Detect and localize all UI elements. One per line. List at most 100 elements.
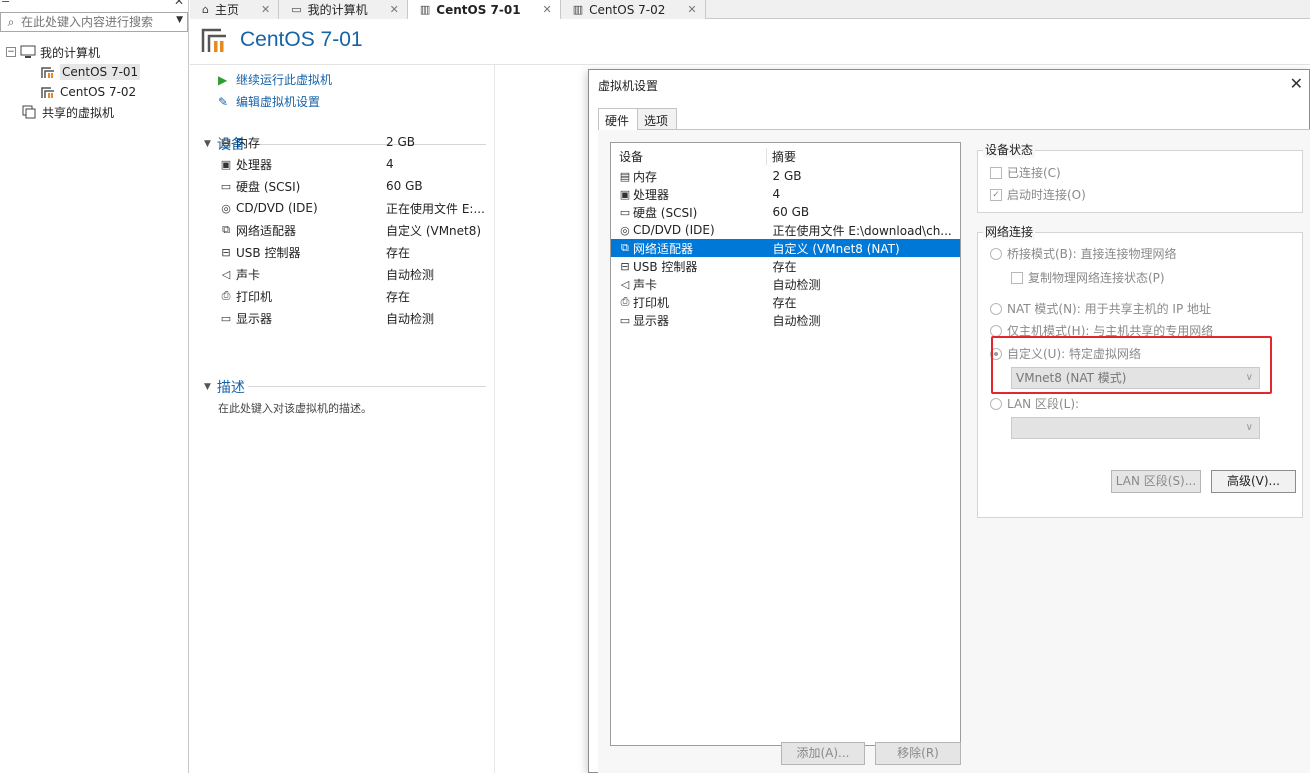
monitor-icon: [20, 45, 36, 58]
description-placeholder[interactable]: 在此处键入对该虚拟机的描述。: [218, 400, 372, 416]
device-name: 显示器: [236, 311, 273, 326]
device-row-printer[interactable]: ⎙ 打印机 存在: [218, 285, 488, 307]
radio[interactable]: [990, 247, 1002, 260]
tree-item-my-computer[interactable]: − 我的计算机: [0, 42, 188, 62]
device-name: 声卡: [236, 267, 261, 282]
search-dropdown-icon[interactable]: ▼: [176, 15, 183, 25]
hardware-row-network[interactable]: ⧉ 网络适配器 自定义 (VMnet8 (NAT): [611, 239, 960, 257]
connected-checkbox[interactable]: 已连接(C): [990, 164, 1061, 181]
nat-radio[interactable]: NAT 模式(N): 用于共享主机的 IP 地址: [990, 300, 1211, 317]
radio[interactable]: [990, 324, 1002, 337]
device-name: 硬盘 (SCSI): [236, 179, 301, 194]
option-label: NAT 模式(N): 用于共享主机的 IP 地址: [1007, 302, 1212, 316]
tab-label: CentOS 7-01: [436, 2, 521, 17]
hardware-row-processor[interactable]: ▣ 处理器 4: [611, 185, 960, 203]
sound-icon: ◁: [620, 277, 630, 291]
tree-item-centos-7-01[interactable]: CentOS 7-01: [0, 62, 188, 82]
vm-icon: ▥: [572, 3, 584, 16]
column-header-device[interactable]: 设备: [611, 148, 767, 165]
lan-segments-button[interactable]: LAN 区段(S)...: [1111, 470, 1201, 493]
vm-icon: [41, 87, 54, 98]
hardware-row-display[interactable]: ▭ 显示器 自动检测: [611, 311, 960, 329]
hardware-name: 网络适配器: [632, 241, 693, 256]
library-search[interactable]: ⌕ ▼: [0, 12, 188, 32]
close-icon[interactable]: ✕: [665, 3, 696, 16]
close-icon[interactable]: ✕: [239, 3, 270, 16]
device-value: 自动检测: [386, 267, 435, 282]
dialog-tabs: 硬件 选项: [598, 108, 678, 130]
library-close-icon[interactable]: ✕: [174, 0, 184, 8]
close-icon[interactable]: ✕: [1290, 74, 1303, 93]
search-input[interactable]: [21, 15, 161, 29]
tab-my-computer[interactable]: ▭ 我的计算机 ✕: [279, 0, 408, 19]
hardware-name: 硬盘 (SCSI): [632, 205, 698, 220]
tab-centos-7-01[interactable]: ▥ CentOS 7-01 ✕: [407, 0, 561, 19]
tab-options[interactable]: 选项: [637, 108, 678, 129]
hardware-summary: 正在使用文件 E:\download\ch...: [772, 223, 952, 238]
close-icon[interactable]: ✕: [521, 3, 552, 16]
device-row-usb[interactable]: ⊟ USB 控制器 存在: [218, 241, 488, 263]
radio[interactable]: [990, 302, 1002, 315]
hardware-row-sound[interactable]: ◁ 声卡 自动检测: [611, 275, 960, 293]
radio[interactable]: [990, 397, 1002, 410]
device-row-processor[interactable]: ▣ 处理器 4: [218, 153, 488, 175]
vm-header: CentOS 7-01: [200, 26, 363, 54]
device-value: 正在使用文件 E:...: [386, 201, 485, 216]
replicate-state-checkbox[interactable]: 复制物理网络连接状态(P): [1011, 269, 1165, 286]
network-icon: ⧉: [222, 223, 230, 236]
hardware-row-usb[interactable]: ⊟ USB 控制器 存在: [611, 257, 960, 275]
tree-item-centos-7-02[interactable]: CentOS 7-02: [0, 82, 188, 102]
dialog-title: 虚拟机设置: [598, 79, 659, 93]
tree-item-shared-vms[interactable]: 共享的虚拟机: [0, 102, 188, 122]
action-label: 编辑虚拟机设置: [236, 95, 321, 109]
hardware-summary: 自动检测: [772, 277, 821, 292]
device-value: 60 GB: [386, 179, 423, 193]
device-row-disk[interactable]: ▭ 硬盘 (SCSI) 60 GB: [218, 175, 488, 197]
section-divider: [248, 386, 486, 387]
device-row-display[interactable]: ▭ 显示器 自动检测: [218, 307, 488, 329]
hardware-name: 处理器: [632, 187, 669, 202]
tab-bar: ⌂ 主页 ✕ ▭ 我的计算机 ✕ ▥ CentOS 7-01 ✕ ▥ CentO…: [190, 0, 1310, 19]
remove-hardware-button[interactable]: 移除(R): [875, 742, 961, 765]
checkmark-icon[interactable]: ✓: [990, 188, 1002, 201]
bridged-radio[interactable]: 桥接模式(B): 直接连接物理网络: [990, 245, 1176, 262]
device-value: 存在: [386, 245, 411, 260]
edit-settings-link[interactable]: ✎ 编辑虚拟机设置: [218, 93, 320, 110]
collapse-icon[interactable]: −: [6, 47, 16, 57]
group-title: 网络连接: [983, 223, 1036, 240]
hardware-row-printer[interactable]: ⎙ 打印机 存在: [611, 293, 960, 311]
connect-at-power-on-checkbox[interactable]: ✓ 启动时连接(O): [990, 186, 1086, 203]
hardware-list-header: 设备 摘要: [611, 143, 960, 167]
library-pin-icon[interactable]: ≛: [1, 0, 10, 7]
advanced-button[interactable]: 高级(V)...: [1211, 470, 1296, 493]
tab-hardware[interactable]: 硬件: [598, 108, 639, 130]
hardware-summary: 存在: [772, 295, 797, 310]
lan-segment-radio[interactable]: LAN 区段(L):: [990, 395, 1079, 412]
checkbox[interactable]: [1011, 271, 1023, 284]
printer-icon: ⎙: [620, 295, 630, 308]
usb-icon: ⊟: [620, 259, 630, 273]
description-section-toggle[interactable]: ▼ 描述: [204, 377, 245, 397]
hardware-row-memory[interactable]: ▤ 内存 2 GB: [611, 167, 960, 185]
tab-centos-7-02[interactable]: ▥ CentOS 7-02 ✕: [560, 0, 706, 19]
column-header-summary[interactable]: 摘要: [767, 148, 796, 165]
close-icon[interactable]: ✕: [368, 3, 399, 16]
option-label: 桥接模式(B): 直接连接物理网络: [1007, 247, 1177, 261]
tab-home[interactable]: ⌂ 主页 ✕: [190, 0, 280, 19]
device-row-cddvd[interactable]: ◎ CD/DVD (IDE) 正在使用文件 E:...: [218, 197, 488, 219]
device-value: 4: [386, 157, 394, 171]
device-row-network[interactable]: ⧉ 网络适配器 自定义 (VMnet8): [218, 219, 488, 241]
tree-label: 我的计算机: [40, 45, 101, 60]
hardware-row-disk[interactable]: ▭ 硬盘 (SCSI) 60 GB: [611, 203, 960, 221]
power-on-link[interactable]: ▶ 继续运行此虚拟机: [218, 71, 332, 88]
add-hardware-button[interactable]: 添加(A)...: [781, 742, 865, 765]
hardware-name: CD/DVD (IDE): [632, 223, 715, 237]
device-row-memory[interactable]: ▤ 内存 2 GB: [218, 131, 488, 153]
hardware-row-cddvd[interactable]: ◎ CD/DVD (IDE) 正在使用文件 E:\download\ch...: [611, 221, 960, 239]
checkbox[interactable]: [990, 166, 1002, 179]
usb-icon: ⊟: [221, 245, 231, 259]
device-row-sound[interactable]: ◁ 声卡 自动检测: [218, 263, 488, 285]
vm-icon: ▥: [419, 3, 431, 16]
lan-segment-select[interactable]: ∨: [1011, 417, 1260, 439]
library-topbar: ≛ ✕: [0, 0, 189, 8]
